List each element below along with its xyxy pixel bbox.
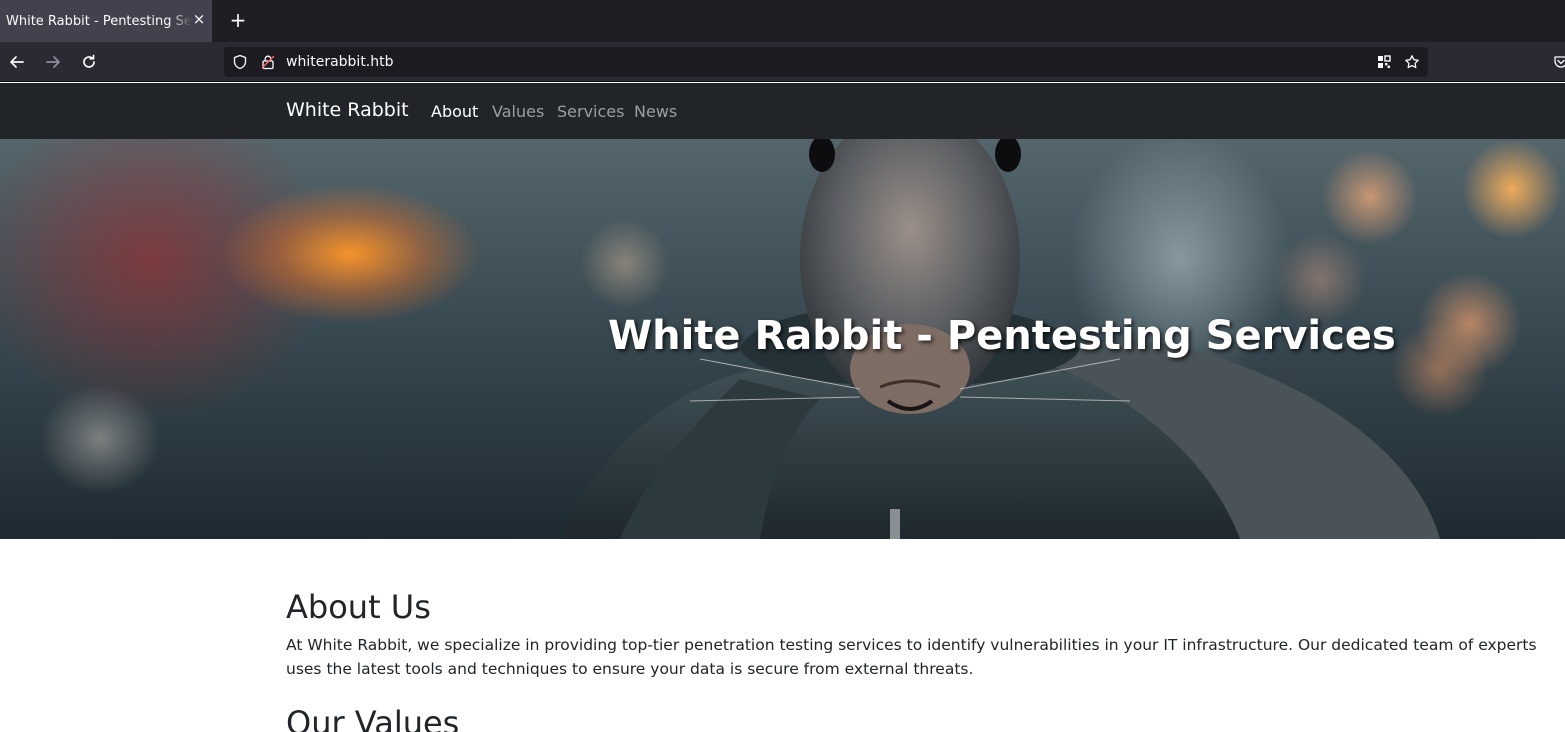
browser-toolbar: whiterabbit.htb	[0, 42, 1565, 82]
hero-title: White Rabbit - Pentesting Services	[608, 313, 1396, 359]
forward-button[interactable]	[40, 50, 66, 74]
main-content: About Us At White Rabbit, we specialize …	[286, 587, 1565, 732]
arrow-right-icon	[46, 56, 60, 68]
new-tab-button[interactable]: +	[227, 8, 249, 32]
insecure-lock-icon[interactable]	[260, 54, 276, 70]
nav-link-services[interactable]: Services	[557, 102, 624, 121]
bookmark-star-icon[interactable]	[1404, 54, 1420, 70]
url-text[interactable]: whiterabbit.htb	[286, 54, 394, 70]
qr-code-icon[interactable]	[1376, 54, 1392, 70]
tab-title: White Rabbit - Pentesting Services	[6, 13, 192, 29]
browser-tab-bar: White Rabbit - Pentesting Services × +	[0, 0, 1565, 42]
back-button[interactable]	[4, 50, 30, 74]
hero-banner: White Rabbit - Pentesting Services	[0, 139, 1565, 539]
reload-button[interactable]	[76, 50, 102, 74]
pocket-icon[interactable]	[1553, 54, 1565, 70]
nav-link-about[interactable]: About	[431, 102, 478, 121]
values-section: Our Values	[286, 703, 1565, 732]
reload-icon	[83, 54, 95, 68]
about-text: At White Rabbit, we specialize in provid…	[286, 636, 1537, 678]
nav-link-news[interactable]: News	[634, 102, 677, 121]
brand-link[interactable]: White Rabbit	[286, 99, 409, 121]
shield-icon[interactable]	[232, 54, 248, 70]
about-section: About Us At White Rabbit, we specialize …	[286, 587, 1565, 681]
nav-link-values[interactable]: Values	[492, 102, 544, 121]
close-tab-icon[interactable]: ×	[190, 10, 208, 28]
about-heading: About Us	[286, 588, 431, 626]
url-bar[interactable]: whiterabbit.htb	[224, 47, 1428, 77]
arrow-left-icon	[10, 56, 24, 68]
values-heading: Our Values	[286, 704, 460, 732]
browser-tab[interactable]: White Rabbit - Pentesting Services ×	[0, 0, 212, 42]
site-navbar: White Rabbit About Values Services News	[0, 83, 1565, 139]
